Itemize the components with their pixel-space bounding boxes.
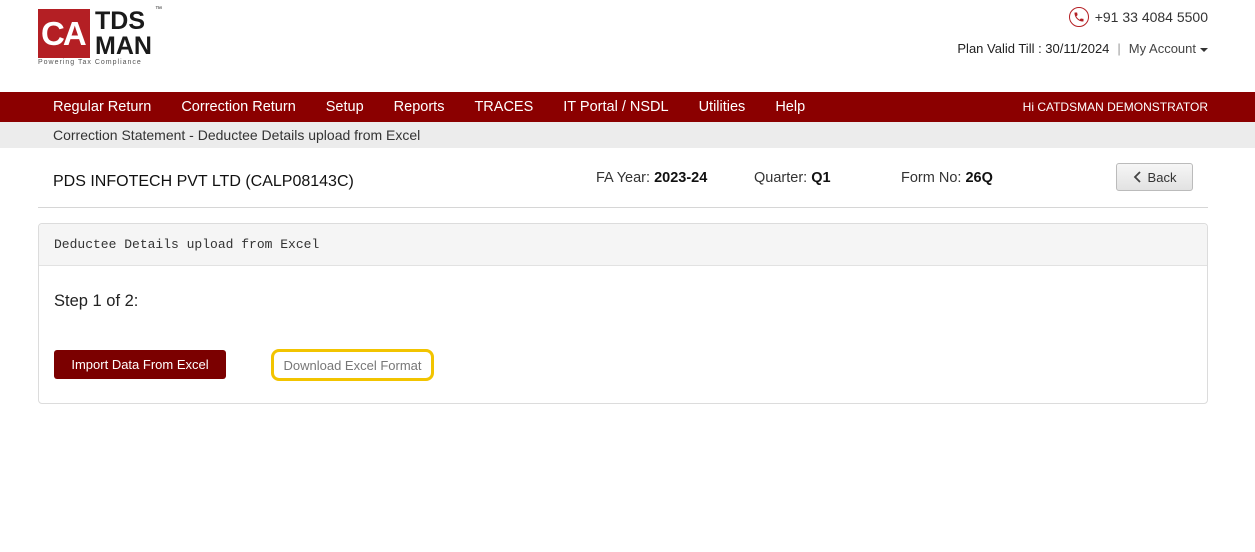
plan-row: Plan Valid Till : 30/11/2024 | My Accoun…: [957, 41, 1208, 56]
my-account-dropdown[interactable]: My Account: [1129, 41, 1208, 56]
nav-correction-return[interactable]: Correction Return: [181, 99, 295, 115]
caret-down-icon: [1200, 47, 1208, 52]
phone-contact: +91 33 4084 5500: [1068, 7, 1208, 27]
fa-year-value: 2023-24: [654, 170, 708, 186]
back-button[interactable]: Back: [1116, 163, 1193, 191]
user-greeting: Hi CATDSMAN DEMONSTRATOR: [1022, 100, 1208, 114]
fa-year-label: FA Year:: [596, 170, 651, 186]
fa-year: FA Year: 2023-24: [596, 170, 707, 186]
separator: |: [1117, 41, 1121, 56]
panel-title: Deductee Details upload from Excel: [54, 237, 320, 252]
download-excel-format-link[interactable]: Download Excel Format: [271, 349, 434, 381]
nav-it-portal-nsdl[interactable]: IT Portal / NSDL: [563, 99, 668, 115]
nav-help[interactable]: Help: [775, 99, 805, 115]
import-data-button[interactable]: Import Data From Excel: [54, 350, 226, 379]
step-indicator: Step 1 of 2:: [54, 292, 139, 310]
nav-setup[interactable]: Setup: [326, 99, 364, 115]
phone-icon: [1068, 7, 1089, 27]
company-name: PDS INFOTECH PVT LTD (CALP08143C): [53, 173, 354, 190]
logo-text-tds: TDS: [95, 7, 145, 35]
breadcrumb-text: Correction Statement - Deductee Details …: [53, 127, 421, 143]
nav-regular-return[interactable]: Regular Return: [53, 99, 151, 115]
logo-tagline: Powering Tax Compliance: [38, 59, 142, 66]
form-no-value: 26Q: [965, 170, 993, 186]
phone-number: +91 33 4084 5500: [1094, 9, 1208, 25]
quarter: Quarter: Q1: [754, 170, 831, 186]
nav-reports[interactable]: Reports: [394, 99, 445, 115]
back-label: Back: [1147, 169, 1177, 185]
panel-header: Deductee Details upload from Excel: [39, 224, 1207, 266]
form-no-label: Form No:: [901, 170, 962, 186]
form-no: Form No: 26Q: [901, 170, 993, 186]
logo-mark: CA: [38, 9, 90, 58]
logo-mark-text: CA: [41, 15, 87, 52]
divider: [38, 207, 1208, 208]
breadcrumb: Correction Statement - Deductee Details …: [0, 122, 1255, 148]
plan-valid-text: Plan Valid Till : 30/11/2024: [957, 41, 1110, 56]
nav-utilities[interactable]: Utilities: [699, 99, 746, 115]
main-nav: Regular Return Correction Return Setup R…: [0, 92, 1255, 122]
chevron-left-icon: [1133, 171, 1141, 183]
quarter-label: Quarter:: [754, 170, 808, 186]
trademark: ™: [155, 6, 162, 13]
upload-panel: Deductee Details upload from Excel Step …: [38, 223, 1208, 404]
logo-text-man: MAN: [95, 32, 152, 60]
quarter-value: Q1: [811, 170, 831, 186]
logo[interactable]: CA TDS MAN ™ Powering Tax Compliance: [38, 6, 163, 69]
nav-traces[interactable]: TRACES: [474, 99, 533, 115]
my-account-label: My Account: [1128, 41, 1196, 56]
